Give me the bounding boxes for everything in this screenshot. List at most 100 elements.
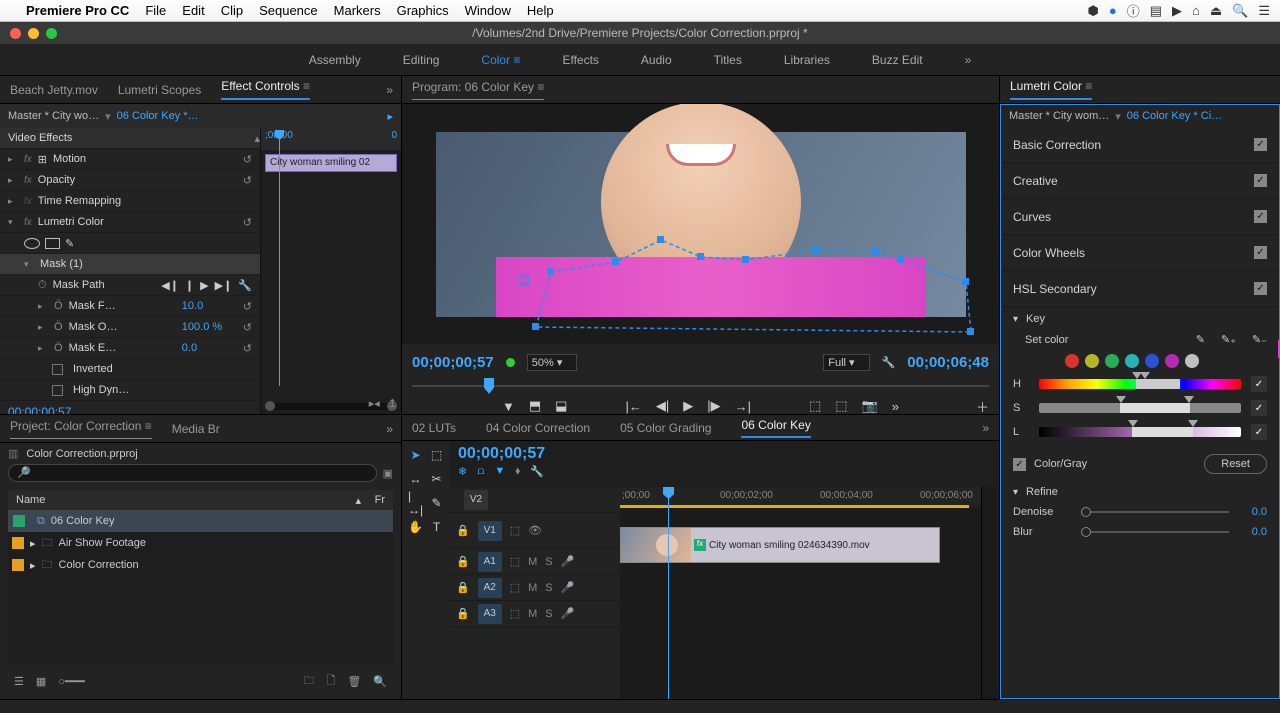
step-fwd-icon[interactable]: |▶ — [707, 398, 720, 414]
work-area-bar[interactable] — [620, 505, 969, 508]
track-back-icon[interactable]: ◀❙ — [161, 279, 179, 292]
track-select-tool-icon[interactable]: ⬚ — [429, 447, 444, 463]
settings-icon[interactable]: 🔧 — [882, 356, 896, 369]
eyedropper-icon[interactable]: ✎ — [1196, 333, 1205, 346]
ws-titles[interactable]: Titles — [714, 53, 742, 67]
ws-libraries[interactable]: Libraries — [784, 53, 830, 67]
find-icon[interactable]: 🔍 — [373, 675, 387, 688]
swatch[interactable] — [1065, 354, 1079, 368]
fx-icon[interactable]: ⬚ — [510, 524, 520, 537]
extract-icon[interactable]: ⬚ — [835, 398, 847, 414]
ec-motion[interactable]: ▸fx⊞Motion↺ — [0, 149, 260, 170]
color-gray-checkbox[interactable]: ✓ — [1013, 458, 1026, 471]
lift-icon[interactable]: ⬚ — [809, 398, 821, 414]
tab-lumetri-color[interactable]: Lumetri Color — [1010, 79, 1092, 100]
blur-value[interactable]: 0.0 — [1237, 526, 1267, 538]
timeline-tabs-overflow[interactable]: » — [982, 421, 989, 435]
trash-icon[interactable]: 🗑 — [347, 675, 361, 688]
swatch[interactable] — [1165, 354, 1179, 368]
pen-tool-icon[interactable]: ✎ — [429, 495, 444, 511]
swatch[interactable] — [1185, 354, 1199, 368]
ws-assembly[interactable]: Assembly — [309, 53, 361, 67]
zoom-slider[interactable]: ○━━━ — [58, 675, 85, 688]
project-search-input[interactable] — [8, 464, 377, 482]
swatch[interactable] — [1145, 354, 1159, 368]
seq-tab[interactable]: 02 LUTs — [412, 421, 456, 435]
col-framerate[interactable]: Fr — [361, 494, 385, 506]
status-dot-icon[interactable]: ● — [1109, 3, 1117, 18]
selection-tool-icon[interactable]: ➤ — [408, 447, 423, 463]
ec-mask-shapes[interactable]: ✎ — [0, 233, 260, 254]
link-icon[interactable]: ⩍ — [477, 465, 484, 478]
section-toggle[interactable]: ✓ — [1254, 210, 1267, 223]
checkbox-highdyn[interactable] — [52, 385, 63, 396]
denoise-value[interactable]: 0.0 — [1237, 506, 1267, 518]
ec-mask-path[interactable]: ⏱Mask Path◀❙❙▶▶❙🔧 — [0, 275, 260, 296]
menu-icon[interactable]: ☰ — [1258, 3, 1270, 19]
spotlight-icon[interactable]: 🔍 — [1232, 3, 1248, 19]
section-toggle[interactable]: ✓ — [1254, 138, 1267, 151]
type-tool-icon[interactable]: T — [429, 519, 444, 535]
swatch[interactable] — [1105, 354, 1119, 368]
reset-icon[interactable]: ↺ — [243, 216, 260, 229]
ec-inverted[interactable]: Inverted — [0, 359, 260, 380]
key-label[interactable]: Key — [1026, 313, 1045, 325]
program-tc-left[interactable]: 00;00;00;57 — [412, 354, 494, 371]
go-in-icon[interactable]: |← — [625, 399, 641, 414]
section-toggle[interactable]: ✓ — [1254, 246, 1267, 259]
reset-icon[interactable]: ↺ — [243, 174, 260, 187]
menu-file[interactable]: File — [145, 3, 166, 18]
reset-icon[interactable]: ↺ — [243, 153, 260, 166]
seq-tab[interactable]: 05 Color Grading — [620, 421, 711, 435]
lum-creative[interactable]: Creative✓ — [1001, 163, 1279, 199]
wrench-icon[interactable]: 🔧 — [238, 279, 260, 292]
menu-clip[interactable]: Clip — [221, 3, 243, 18]
checkbox-inverted[interactable] — [52, 364, 63, 375]
refine-label[interactable]: Refine — [1026, 486, 1058, 498]
lum-color-wheels[interactable]: Color Wheels✓ — [1001, 235, 1279, 271]
tab-effect-controls[interactable]: Effect Controls — [221, 79, 310, 100]
timeline-playhead[interactable] — [668, 487, 669, 699]
program-scrubber[interactable] — [412, 378, 989, 394]
button-editor-icon[interactable]: ＋ — [976, 397, 989, 415]
icon-view-icon[interactable]: ▦ — [36, 675, 46, 688]
marker-icon[interactable]: ▼ — [494, 465, 505, 478]
denoise-slider[interactable] — [1081, 511, 1229, 513]
project-tabs-overflow[interactable]: » — [386, 422, 393, 436]
razor-tool-icon[interactable]: ✂ — [429, 471, 444, 487]
snap-icon[interactable]: ❄ — [458, 465, 467, 478]
timeline-ruler[interactable]: ;00;00 00;00;02;00 00;00;04;00 00;00;06;… — [620, 487, 981, 507]
ws-effects[interactable]: Effects — [562, 53, 598, 67]
filter-icon[interactable]: ▣ — [383, 467, 393, 480]
sat-slider[interactable] — [1039, 403, 1241, 413]
zoom-select[interactable]: 50% ▾ — [527, 354, 578, 371]
wrench-icon[interactable]: ⬧ — [515, 465, 520, 478]
ec-video-effects-header[interactable]: Video Effects▴ — [0, 128, 260, 149]
track-fwd-icon[interactable]: ▶ — [200, 279, 208, 292]
menu-markers[interactable]: Markers — [334, 3, 381, 18]
step-back-icon[interactable]: ◀| — [656, 398, 669, 414]
lock-icon[interactable]: 🔒 — [456, 555, 470, 568]
lum-basic-correction[interactable]: Basic Correction✓ — [1001, 127, 1279, 163]
menu-help[interactable]: Help — [527, 3, 554, 18]
tab-lumetri-scopes[interactable]: Lumetri Scopes — [118, 83, 201, 97]
hue-enable[interactable]: ✓ — [1251, 376, 1267, 392]
app-name[interactable]: Premiere Pro CC — [26, 3, 129, 18]
track-a3[interactable]: 🔒A3⬚MS🎤 — [450, 601, 620, 627]
airplay-icon[interactable]: ⌂ — [1192, 3, 1200, 18]
lock-icon[interactable]: 🔒 — [456, 524, 470, 537]
hue-slider[interactable] — [1039, 379, 1241, 389]
ws-editing[interactable]: Editing — [403, 53, 440, 67]
pen-mask-icon[interactable]: ✎ — [65, 237, 74, 250]
reset-icon[interactable]: ↺ — [243, 300, 260, 313]
ec-playhead[interactable] — [279, 130, 280, 386]
ec-mini-timeline[interactable]: ;00;000 City woman smiling 02 ▸◂ ↥ — [260, 128, 401, 414]
ec-master-clip[interactable]: Master * City wo… — [8, 110, 99, 122]
ws-audio[interactable]: Audio — [641, 53, 672, 67]
reset-button[interactable]: Reset — [1204, 454, 1267, 474]
col-name[interactable]: Name — [16, 494, 351, 506]
eyedropper-remove-icon[interactable]: ✎₋ — [1252, 333, 1267, 346]
play-icon[interactable]: ▶ — [683, 398, 693, 414]
lum-slider[interactable] — [1039, 427, 1241, 437]
new-item-icon[interactable]: 🗋 — [326, 672, 335, 691]
